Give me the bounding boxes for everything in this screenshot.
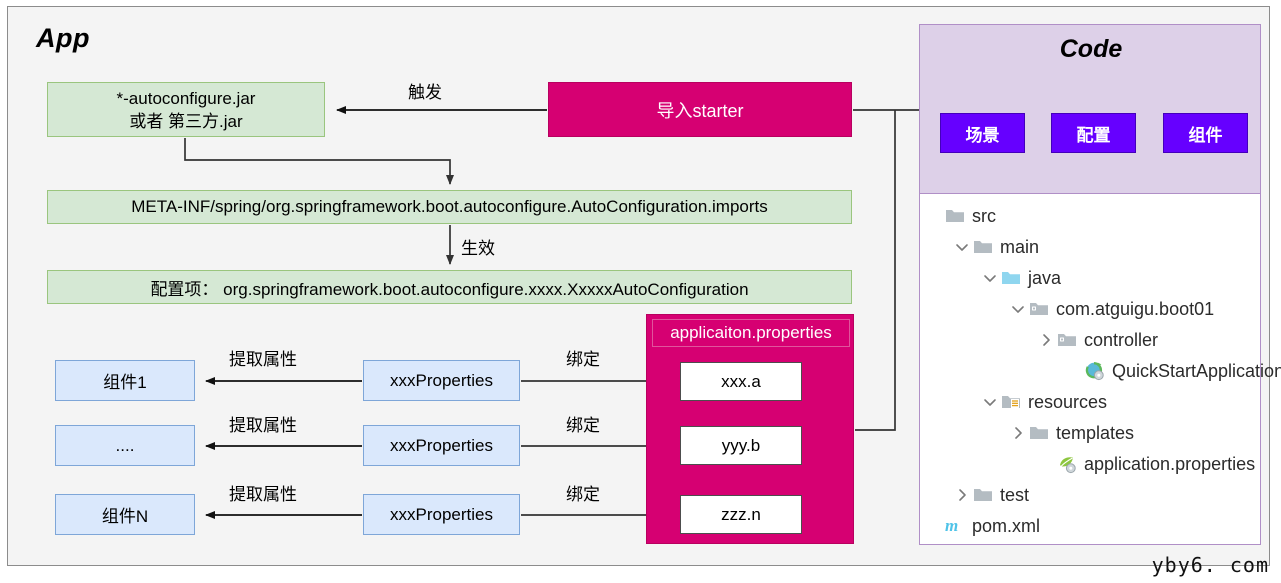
tree-item-label: pom.xml bbox=[972, 515, 1041, 536]
edge-label-extract-property-3: 提取属性 bbox=[229, 485, 297, 504]
tree-row[interactable]: application.properties bbox=[920, 448, 1260, 479]
code-button-scenario[interactable]: 场景 bbox=[940, 113, 1025, 153]
property-entry-3: zzz.n bbox=[680, 495, 802, 534]
spring-boot-class-icon bbox=[1085, 361, 1105, 381]
jar-box-line1: *-autoconfigure.jar bbox=[116, 88, 256, 108]
autoconfiguration-imports-box: META-INF/spring/org.springframework.boot… bbox=[47, 190, 852, 224]
tree-row[interactable]: controller bbox=[920, 324, 1260, 355]
tree-item-label: java bbox=[1028, 267, 1062, 288]
edge-label-bind-1: 绑定 bbox=[566, 350, 600, 369]
tree-row[interactable]: test bbox=[920, 479, 1260, 510]
component-box-1: 组件1 bbox=[55, 360, 195, 401]
chevron-right-icon[interactable] bbox=[954, 487, 970, 503]
tree-row[interactable]: java bbox=[920, 262, 1260, 293]
folder-package-icon bbox=[1057, 331, 1077, 348]
folder-icon bbox=[973, 238, 993, 255]
tree-item-label: QuickStartApplication bbox=[1112, 360, 1281, 381]
folder-icon bbox=[1029, 424, 1049, 441]
folder-icon bbox=[973, 486, 993, 503]
jar-box-line2: 或者 第三方.jar bbox=[129, 111, 243, 131]
component-box-3: 组件N bbox=[55, 494, 195, 535]
import-starter-box: 导入starter bbox=[548, 82, 852, 137]
tree-item-label: resources bbox=[1028, 391, 1108, 412]
chevron-down-icon[interactable] bbox=[1010, 301, 1026, 317]
tree-row[interactable]: com.atguigu.boot01 bbox=[920, 293, 1260, 324]
chevron-right-icon[interactable] bbox=[1038, 332, 1054, 348]
tree-item-label: main bbox=[1000, 236, 1040, 257]
folder-resources-icon bbox=[1001, 393, 1021, 410]
tree-row[interactable]: QuickStartApplication bbox=[920, 355, 1281, 386]
chevron-down-icon[interactable] bbox=[982, 394, 998, 410]
folder-icon bbox=[945, 207, 965, 224]
chevron-right-icon[interactable] bbox=[1010, 425, 1026, 441]
tree-row[interactable]: resources bbox=[920, 386, 1260, 417]
code-button-component[interactable]: 组件 bbox=[1163, 113, 1248, 153]
properties-class-box-2: xxxProperties bbox=[363, 425, 520, 466]
edge-label-extract-property-2: 提取属性 bbox=[229, 416, 297, 435]
autoconfigure-jar-box: *-autoconfigure.jar 或者 第三方.jar bbox=[47, 82, 325, 137]
code-panel-title: Code bbox=[1059, 35, 1123, 63]
folder-source-icon bbox=[1001, 269, 1021, 286]
tree-row[interactable]: templates bbox=[920, 417, 1260, 448]
edge-label-effective: 生效 bbox=[461, 239, 495, 258]
spring-properties-icon bbox=[1057, 454, 1077, 474]
edge-label-trigger: 触发 bbox=[408, 83, 442, 102]
application-properties-title: applicaiton.properties bbox=[652, 319, 850, 347]
property-entry-1: xxx.a bbox=[680, 362, 802, 401]
folder-package-icon bbox=[1029, 300, 1049, 317]
watermark: yby6. com bbox=[1151, 553, 1269, 577]
app-title: App bbox=[36, 23, 90, 53]
code-panel: Code 场景 配置 组件 bbox=[919, 24, 1261, 194]
maven-icon: m bbox=[945, 516, 965, 535]
project-file-tree[interactable]: src main java com.atguigu.boot01 controller Q… bbox=[919, 194, 1281, 545]
tree-item-label: com.atguigu.boot01 bbox=[1056, 298, 1215, 319]
tree-item-label: templates bbox=[1056, 422, 1135, 443]
component-box-2: .... bbox=[55, 425, 195, 466]
chevron-down-icon[interactable] bbox=[982, 270, 998, 286]
tree-item-label: controller bbox=[1084, 329, 1159, 350]
edge-label-extract-property-1: 提取属性 bbox=[229, 350, 297, 369]
svg-text:m: m bbox=[945, 516, 958, 535]
tree-row[interactable]: m pom.xml bbox=[920, 510, 1260, 541]
chevron-down-icon[interactable] bbox=[954, 239, 970, 255]
tree-item-label: src bbox=[972, 205, 996, 226]
diagram-canvas: App *-autoconfigure.jar 或者 第三方.jar 导入sta… bbox=[0, 0, 1281, 583]
properties-class-box-1: xxxProperties bbox=[363, 360, 520, 401]
code-button-configuration[interactable]: 配置 bbox=[1051, 113, 1136, 153]
property-entry-2: yyy.b bbox=[680, 426, 802, 465]
tree-item-label: application.properties bbox=[1084, 453, 1256, 474]
edge-label-bind-2: 绑定 bbox=[566, 416, 600, 435]
properties-class-box-3: xxxProperties bbox=[363, 494, 520, 535]
configuration-item-box: 配置项： org.springframework.boot.autoconfig… bbox=[47, 270, 852, 304]
tree-row[interactable]: src bbox=[920, 200, 1260, 231]
tree-row[interactable]: main bbox=[920, 231, 1260, 262]
edge-label-bind-3: 绑定 bbox=[566, 485, 600, 504]
tree-item-label: test bbox=[1000, 484, 1030, 505]
